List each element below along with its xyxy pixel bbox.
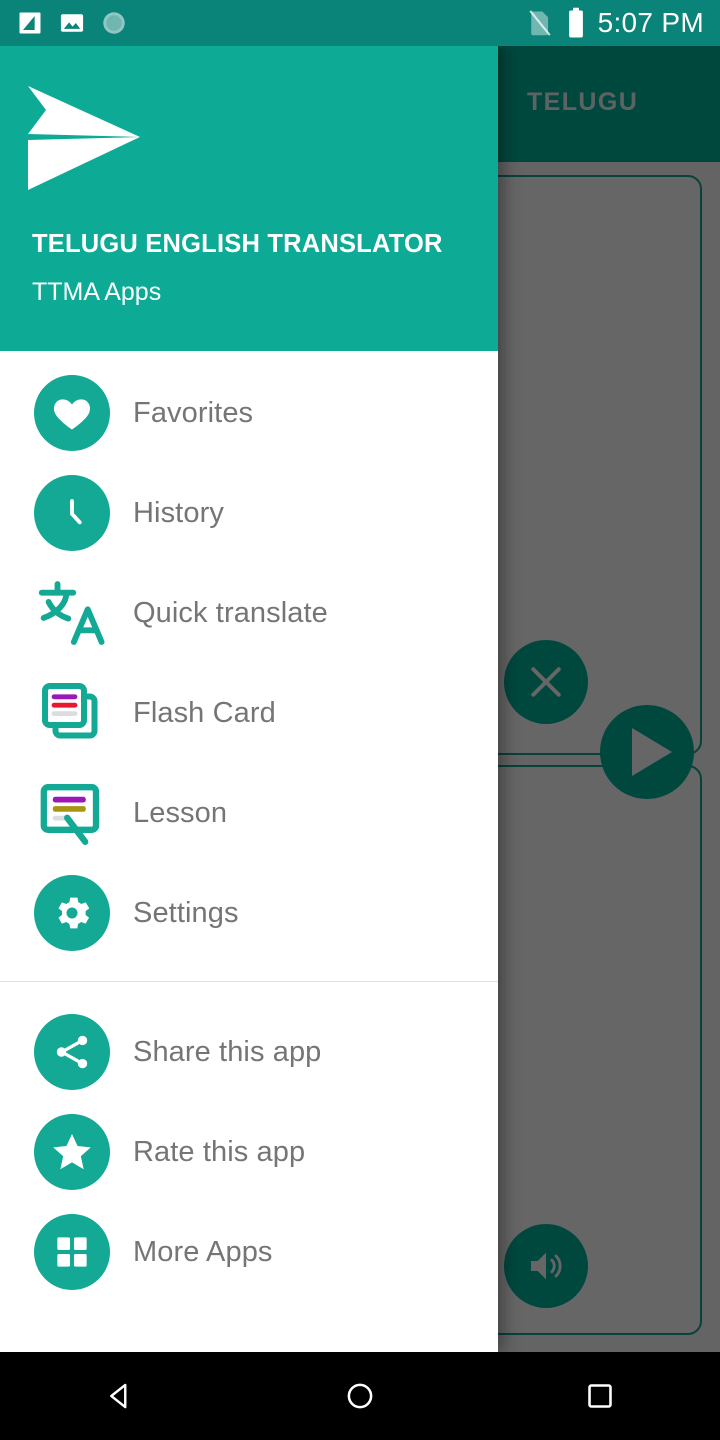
- sync-icon: [103, 12, 125, 34]
- drawer-item-more-apps[interactable]: More Apps: [0, 1202, 498, 1302]
- star-icon: [33, 1113, 111, 1191]
- drawer-item-label: Share this app: [133, 1035, 322, 1068]
- drawer-item-history[interactable]: History: [0, 463, 498, 563]
- nav-back-button[interactable]: [0, 1352, 240, 1440]
- drawer-item-label: More Apps: [133, 1235, 273, 1268]
- drawer-item-label: Rate this app: [133, 1135, 306, 1168]
- drawer-header: TELUGU ENGLISH TRANSLATOR TTMA Apps: [0, 46, 498, 351]
- back-triangle-icon: [110, 1383, 127, 1409]
- flash-card-icon: [33, 674, 111, 752]
- battery-full-icon: [568, 7, 583, 38]
- drawer-item-share-app[interactable]: Share this app: [0, 1002, 498, 1102]
- clock-icon: [33, 474, 111, 552]
- screenshot-icon: [19, 12, 41, 34]
- drawer-item-label: Flash Card: [133, 696, 276, 729]
- image-icon: [60, 14, 84, 32]
- drawer-item-quick-translate[interactable]: Quick translate: [0, 563, 498, 663]
- drawer-divider: [0, 981, 498, 982]
- nav-recents-button[interactable]: [480, 1352, 720, 1440]
- translate-icon: [33, 574, 111, 652]
- recents-square-icon: [588, 1384, 612, 1408]
- drawer-primary-list: Favorites History Quick translate Flash …: [0, 351, 498, 1302]
- status-bar: 5:07 PM: [0, 0, 720, 46]
- paper-plane-logo: [28, 86, 140, 190]
- android-screen: TELUGU: [0, 0, 720, 1440]
- gear-icon: [33, 874, 111, 952]
- grid-icon: [33, 1213, 111, 1291]
- drawer-item-settings[interactable]: Settings: [0, 863, 498, 963]
- drawer-item-label: Quick translate: [133, 596, 328, 629]
- android-navigation-bar: [0, 1352, 720, 1440]
- drawer-item-rate-app[interactable]: Rate this app: [0, 1102, 498, 1202]
- share-icon: [33, 1013, 111, 1091]
- no-sim-icon: [528, 10, 551, 36]
- drawer-item-label: Settings: [133, 896, 239, 929]
- nav-home-button[interactable]: [240, 1352, 480, 1440]
- home-circle-icon: [347, 1383, 373, 1409]
- drawer-item-label: Lesson: [133, 796, 228, 829]
- drawer-item-flash-card[interactable]: Flash Card: [0, 663, 498, 763]
- lesson-icon: [33, 774, 111, 852]
- app-title: TELUGU ENGLISH TRANSLATOR: [32, 230, 443, 258]
- navigation-drawer[interactable]: TELUGU ENGLISH TRANSLATOR TTMA Apps Favo…: [0, 46, 498, 1352]
- drawer-item-label: History: [133, 496, 224, 529]
- drawer-item-label: Favorites: [133, 396, 254, 429]
- status-bar-clock: 5:07 PM: [597, 7, 704, 38]
- drawer-item-lesson[interactable]: Lesson: [0, 763, 498, 863]
- heart-icon: [33, 374, 111, 452]
- app-publisher: TTMA Apps: [32, 278, 162, 306]
- drawer-item-favorites[interactable]: Favorites: [0, 363, 498, 463]
